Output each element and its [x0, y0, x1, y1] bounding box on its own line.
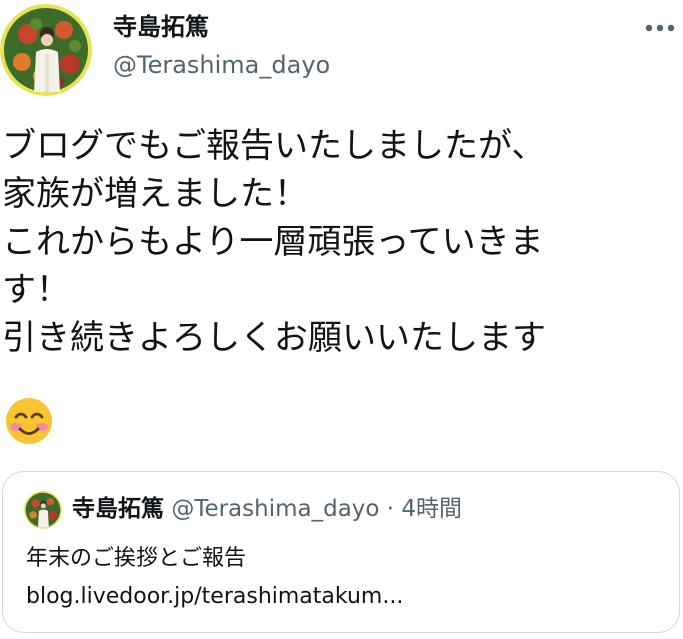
quote-user-handle[interactable]: @Terashima_dayo: [171, 496, 379, 522]
quote-timestamp[interactable]: 4時間: [401, 496, 462, 522]
tweet-text: ブログでもご報告いたしましたが、 家族が増えました！ これからもより一層頑張って…: [2, 126, 546, 358]
quote-text: 年末のご挨拶とご報告: [26, 546, 247, 571]
more-horizontal-icon: [645, 24, 675, 32]
quote-tweet-card[interactable]: 寺島拓篤 @Terashima_dayo · 4時間 年末のご挨拶とご報告 bl…: [2, 471, 680, 633]
quote-link[interactable]: blog.livedoor.jp/terashimatakum...: [26, 582, 403, 612]
quote-separator: ·: [386, 496, 395, 522]
user-handle[interactable]: @Terashima_dayo: [113, 50, 330, 80]
avatar[interactable]: [0, 4, 92, 96]
quote-display-name[interactable]: 寺島拓篤: [72, 496, 164, 522]
quote-header: 寺島拓篤 @Terashima_dayo · 4時間: [72, 494, 462, 524]
smiling-face-emoji: [4, 396, 54, 446]
quote-avatar[interactable]: [24, 491, 62, 529]
avatar-image: [24, 491, 62, 529]
avatar-image: [0, 4, 92, 96]
more-button[interactable]: [640, 8, 680, 48]
display-name[interactable]: 寺島拓篤: [113, 12, 209, 42]
